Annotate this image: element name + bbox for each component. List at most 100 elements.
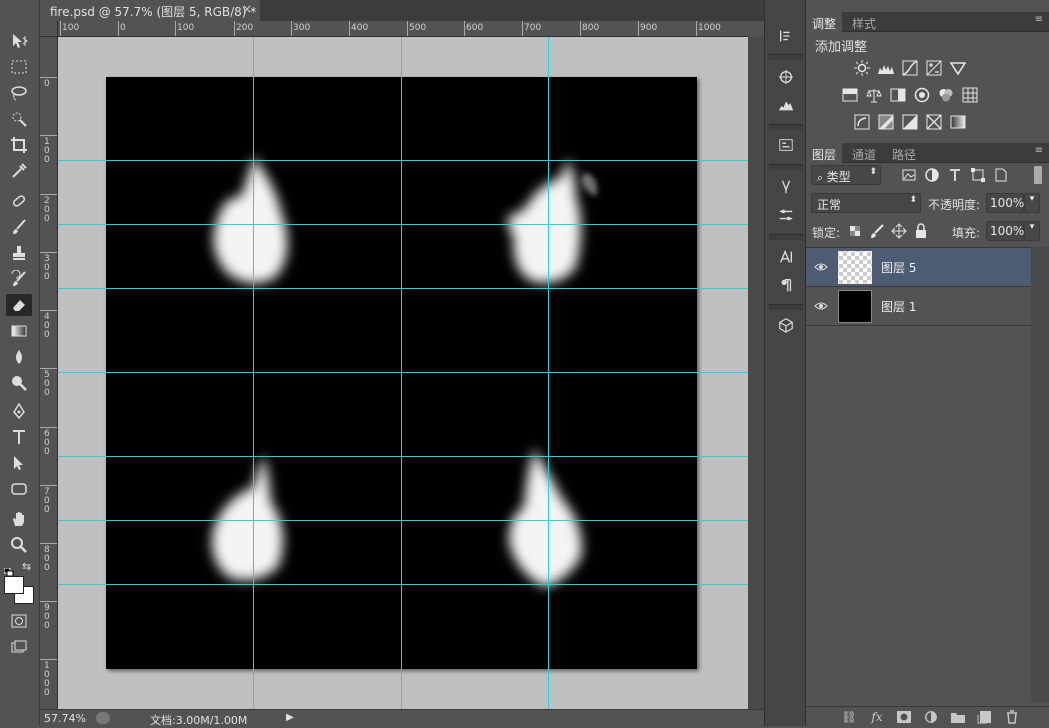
brush-tool-icon[interactable] [6,216,32,238]
ruler-tick-label: 0 [120,23,126,33]
dodge-tool-icon[interactable] [6,372,32,394]
filter-type-icon[interactable] [946,166,964,184]
panel-menu-icon[interactable]: ≡ [1035,145,1043,156]
exposure-icon[interactable] [925,59,943,77]
brush-presets-icon[interactable] [774,176,798,198]
marquee-tool-icon[interactable] [6,56,32,78]
fill-input[interactable]: 100% [986,221,1024,241]
visibility-eye-icon[interactable] [814,260,828,274]
lasso-tool-icon[interactable] [6,82,32,104]
invert-icon[interactable] [853,113,871,131]
layer-name[interactable]: 图层 5 [881,259,916,276]
filter-toggle-switch[interactable] [1034,166,1042,184]
history-brush-tool-icon[interactable] [6,268,32,290]
navigator-panel-icon[interactable] [774,66,798,88]
histogram-panel-icon[interactable] [774,94,798,116]
threshold-icon[interactable] [901,113,919,131]
new-adjustment-layer-icon[interactable] [923,710,939,724]
lock-position-icon[interactable] [890,222,908,240]
crop-tool-icon[interactable] [6,134,32,156]
default-colors-icon[interactable] [3,565,14,577]
zoom-level[interactable]: 57.74% [44,712,86,725]
layer-filter-select[interactable]: ⌕ 类型 ⬍ [811,165,881,185]
filter-shape-icon[interactable] [969,166,987,184]
lock-all-icon[interactable] [912,222,930,240]
layer-row-layer-1[interactable]: 图层 1 [806,287,1031,326]
paragraph-panel-icon[interactable] [774,274,798,296]
shape-tool-icon[interactable] [6,478,32,500]
chevron-updown-icon: ⬍ [909,195,917,205]
screen-mode-icon[interactable] [6,636,32,658]
type-tool-icon[interactable] [6,426,32,448]
history-panel-icon[interactable] [774,25,798,47]
filter-adjustment-icon[interactable] [923,166,941,184]
tab-adjustments[interactable]: 调整 [806,12,843,32]
horizontal-ruler[interactable]: 100 0 100 200 300 400 500 600 700 800 900 1000 [58,21,748,37]
tab-channels[interactable]: 通道 [846,143,882,163]
foreground-color-swatch[interactable] [4,576,24,594]
path-selection-tool-icon[interactable] [6,452,32,474]
move-tool-icon[interactable] [6,30,32,52]
healing-brush-tool-icon[interactable] [6,190,32,212]
canvas[interactable] [106,77,697,669]
layer-row-layer-5[interactable]: 图层 5 [806,248,1031,287]
layer-thumbnail [838,290,872,323]
black-white-icon[interactable] [889,86,907,104]
new-layer-icon[interactable] [977,710,993,724]
zoom-tool-icon[interactable] [6,534,32,556]
panel-menu-icon[interactable]: ≡ [1035,14,1043,25]
color-balance-icon[interactable] [865,86,883,104]
visibility-eye-icon[interactable] [814,299,828,313]
swap-colors-icon[interactable]: ⇆ [22,560,34,573]
brightness-contrast-icon[interactable] [853,59,871,77]
posterize-icon[interactable] [877,113,895,131]
gradient-tool-icon[interactable] [6,320,32,342]
quick-mask-icon[interactable] [6,610,32,632]
vibrance-icon[interactable] [949,59,967,77]
color-lookup-icon[interactable] [961,86,979,104]
info-panel-icon[interactable] [774,134,798,156]
filter-smart-object-icon[interactable] [992,166,1010,184]
channel-mixer-icon[interactable] [937,86,955,104]
levels-icon[interactable] [877,59,895,77]
filter-pixel-icon[interactable] [900,166,918,184]
document-tab[interactable]: fire.psd @ 57.7% (图层 5, RGB/8) * × [40,0,260,21]
ruler-origin[interactable] [40,21,58,37]
tab-styles[interactable]: 样式 [846,12,882,32]
hand-tool-icon[interactable] [6,508,32,530]
selective-color-icon[interactable] [925,113,943,131]
layer-name[interactable]: 图层 1 [881,298,916,315]
layers-scrollbar[interactable] [1031,247,1049,702]
3d-panel-icon[interactable] [774,314,798,336]
status-options-icon[interactable] [96,712,110,724]
blur-tool-icon[interactable] [6,346,32,368]
add-mask-icon[interactable] [896,710,912,724]
delete-layer-icon[interactable] [1004,710,1020,724]
clone-stamp-tool-icon[interactable] [6,242,32,264]
photo-filter-icon[interactable] [913,86,931,104]
brush-settings-icon[interactable] [774,204,798,226]
new-group-folder-icon[interactable] [950,710,966,724]
quick-selection-tool-icon[interactable] [6,108,32,130]
lock-pixels-icon[interactable] [868,222,886,240]
vertical-scrollbar[interactable] [748,37,764,709]
curves-icon[interactable] [901,59,919,77]
character-panel-icon[interactable] [774,246,798,268]
hue-saturation-icon[interactable] [841,86,859,104]
vertical-ruler[interactable]: 01002003004005006007008009001000 [40,37,58,709]
opacity-input[interactable]: 100% [986,193,1024,213]
pen-tool-icon[interactable] [6,400,32,422]
status-menu-arrow[interactable]: ▶ [286,712,294,723]
lock-transparency-icon[interactable] [846,222,864,240]
tab-paths[interactable]: 路径 [886,143,922,163]
tab-layers[interactable]: 图层 [806,143,843,163]
gradient-map-icon[interactable] [949,113,967,131]
fill-dropdown-icon[interactable]: ▾ [1024,221,1040,241]
eraser-tool-icon[interactable] [6,294,32,316]
close-tab-icon[interactable]: × [242,2,252,16]
eyedropper-tool-icon[interactable] [6,160,32,182]
link-layers-icon[interactable]: ⛓ [841,710,857,724]
opacity-dropdown-icon[interactable]: ▾ [1024,193,1040,213]
layer-style-fx-icon[interactable]: fx [869,710,885,724]
blend-mode-select[interactable]: 正常 ⬍ [811,193,921,213]
